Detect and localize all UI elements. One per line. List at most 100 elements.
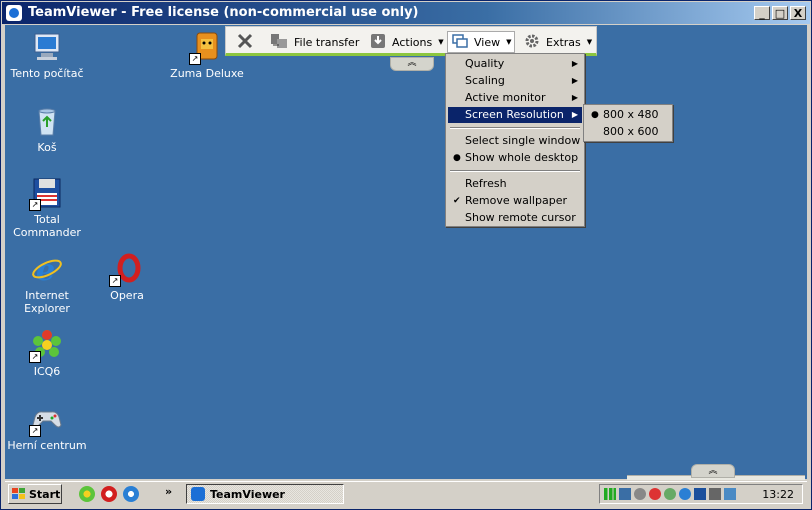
- toolbar-collapse-tab[interactable]: ︽: [390, 57, 434, 71]
- windows-logo-icon: [12, 488, 26, 500]
- chevron-right-icon: ▶: [571, 76, 578, 85]
- desktop-icon-total-commander[interactable]: ↗ Total Commander: [7, 177, 87, 239]
- chevron-down-icon: ▼: [506, 38, 512, 46]
- recycle-bin-icon: [31, 105, 63, 137]
- extras-menu-button[interactable]: Extras ▼: [524, 31, 592, 53]
- desktop-icon-label: Tento počítač: [10, 67, 84, 80]
- computer-icon: [31, 31, 63, 63]
- teamviewer-window: TeamViewer - Free license (non-commercia…: [0, 0, 812, 510]
- shortcut-arrow-icon: ↗: [189, 53, 201, 65]
- network-icon[interactable]: [619, 488, 631, 500]
- desktop-icon-label: Koš: [37, 141, 57, 154]
- desktop-icon-my-computer[interactable]: Tento počítač: [7, 31, 87, 80]
- window-title: TeamViewer - Free license (non-commercia…: [28, 5, 419, 20]
- checkmark-icon: ✔: [453, 196, 461, 206]
- shortcut-arrow-icon: ↗: [109, 275, 121, 287]
- desktop-icon-game-center[interactable]: ↗ Herní centrum: [7, 403, 87, 452]
- view-dropdown-menu: Quality ▶ Scaling ▶ Active monitor ▶ Screen…: [445, 53, 585, 227]
- actions-icon: [370, 33, 386, 52]
- menu-item-refresh[interactable]: Refresh: [448, 176, 582, 192]
- usb-icon[interactable]: [709, 488, 721, 500]
- quicklaunch-opera-icon[interactable]: [101, 486, 117, 502]
- speaker-icon[interactable]: [634, 488, 646, 500]
- menu-item-select-single-window[interactable]: Select single window: [448, 133, 582, 149]
- title-bar[interactable]: TeamViewer - Free license (non-commercia…: [2, 2, 810, 24]
- menu-item-screen-resolution[interactable]: Screen Resolution ▶: [448, 107, 582, 123]
- monitor-icon[interactable]: [724, 488, 736, 500]
- opera-icon: ↗: [109, 253, 143, 287]
- view-icon: [452, 33, 468, 52]
- antivirus-icon[interactable]: [664, 488, 676, 500]
- clock[interactable]: 13:22: [762, 488, 794, 501]
- display-icon[interactable]: [694, 488, 706, 500]
- menu-item-active-monitor[interactable]: Active monitor ▶: [448, 90, 582, 106]
- quicklaunch-internet-explorer-icon[interactable]: [123, 486, 139, 502]
- close-icon: [236, 32, 254, 53]
- security-alert-icon[interactable]: [649, 488, 661, 500]
- radio-dot-icon: ●: [591, 110, 599, 120]
- signal-strength-icon[interactable]: [604, 488, 616, 500]
- chevron-right-icon: ▶: [571, 59, 578, 68]
- zuma-icon: ↗: [189, 31, 223, 65]
- shortcut-arrow-icon: ↗: [29, 425, 41, 437]
- desktop-icon-internet-explorer[interactable]: e Internet Explorer: [7, 253, 87, 315]
- menu-item-scaling[interactable]: Scaling ▶: [448, 73, 582, 89]
- shortcut-arrow-icon: ↗: [29, 199, 41, 211]
- view-label: View: [474, 35, 501, 49]
- desktop-icon-label: Herní centrum: [7, 439, 87, 452]
- menu-item-remove-wallpaper[interactable]: ✔ Remove wallpaper: [448, 193, 582, 209]
- floppy-disk-icon: ↗: [29, 177, 63, 211]
- desktop-icon-label: Opera: [110, 289, 144, 302]
- desktop-icon-opera[interactable]: ↗ Opera: [87, 253, 167, 302]
- taskbar-item-teamviewer[interactable]: TeamViewer: [186, 484, 344, 504]
- internet-explorer-icon: e: [31, 253, 63, 288]
- desktop-icon-label: Internet Explorer: [24, 289, 70, 315]
- file-transfer-label: File transfer: [294, 35, 360, 49]
- file-transfer-button[interactable]: File transfer: [270, 31, 359, 53]
- close-session-button[interactable]: [236, 31, 254, 53]
- menu-item-resolution-800x480[interactable]: ● 800 x 480: [586, 107, 670, 123]
- minimize-button[interactable]: _: [754, 6, 770, 20]
- start-label: Start: [29, 487, 61, 501]
- file-transfer-icon: [270, 33, 288, 52]
- desktop-icon-label: Total Commander: [13, 213, 81, 239]
- taskbar: Start » TeamViewer 13:22: [5, 481, 807, 506]
- svg-text:e: e: [36, 253, 55, 285]
- desktop-icon-label: Zuma Deluxe: [170, 67, 244, 80]
- teamviewer-app-icon[interactable]: [6, 5, 22, 21]
- window-controls: _ □ X: [754, 6, 806, 20]
- desktop-icon-recycle-bin[interactable]: Koš: [7, 105, 87, 154]
- menu-item-show-whole-desktop[interactable]: ● Show whole desktop: [448, 150, 582, 166]
- chevron-right-icon: ▶: [571, 93, 578, 102]
- actions-label: Actions: [392, 35, 433, 49]
- actions-menu-button[interactable]: Actions ▼: [370, 31, 444, 53]
- chevron-right-icon: ▶: [571, 110, 578, 119]
- menu-separator: [450, 127, 580, 129]
- menu-item-quality[interactable]: Quality ▶: [448, 56, 582, 72]
- teamviewer-toolbar: File transfer Actions ▼ View ▼ Extras ▼: [225, 26, 597, 56]
- desktop-icon-label: ICQ6: [33, 365, 61, 378]
- view-menu-button[interactable]: View ▼: [447, 31, 515, 53]
- start-button[interactable]: Start: [8, 484, 62, 504]
- radio-dot-icon: ●: [453, 153, 461, 163]
- screen-resolution-submenu: ● 800 x 480 800 x 600: [583, 104, 673, 142]
- menu-item-show-remote-cursor[interactable]: Show remote cursor: [448, 210, 582, 226]
- extras-label: Extras: [546, 35, 581, 49]
- menu-item-resolution-800x600[interactable]: 800 x 600: [586, 124, 670, 140]
- quicklaunch-icq-icon[interactable]: [79, 486, 95, 502]
- chevron-down-icon: ▼: [438, 38, 444, 46]
- toolbar-expand-tab[interactable]: ︽: [691, 464, 735, 478]
- gamepad-icon: ↗: [29, 403, 63, 437]
- close-button[interactable]: X: [790, 6, 806, 20]
- taskbar-item-label: TeamViewer: [210, 487, 285, 501]
- chevron-down-icon: ▼: [586, 38, 593, 46]
- teamviewer-app-icon: [191, 487, 205, 501]
- icq-flower-icon: ↗: [29, 329, 63, 363]
- desktop-icon-icq[interactable]: ↗ ICQ6: [7, 329, 87, 378]
- teamviewer-tray-icon[interactable]: [679, 488, 691, 500]
- quicklaunch-more-chevron[interactable]: »: [165, 485, 172, 498]
- maximize-button[interactable]: □: [772, 6, 788, 20]
- system-tray: 13:22: [599, 484, 803, 504]
- remote-desktop[interactable]: Tento počítač Koš ↗ Total Commander e In…: [5, 25, 807, 479]
- shortcut-arrow-icon: ↗: [29, 351, 41, 363]
